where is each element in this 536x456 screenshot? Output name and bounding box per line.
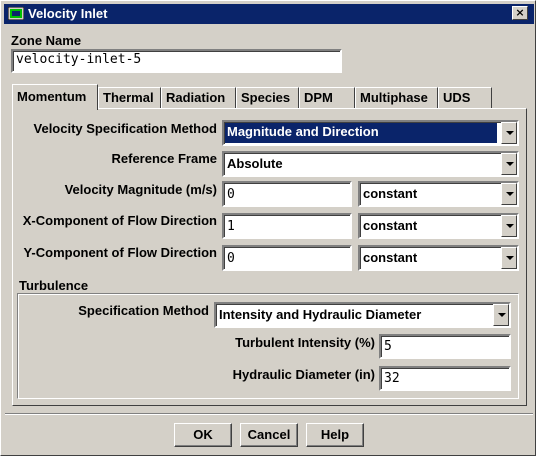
ok-button[interactable]: OK [174,423,232,447]
reference-frame-value: Absolute [227,156,283,171]
reference-frame-label: Reference Frame [111,151,218,166]
turbulence-spec-dropdown[interactable]: Intensity and Hydraulic Diameter [214,302,511,328]
tab-label: Radiation [166,90,226,105]
velocity-inlet-dialog: Velocity Inlet × Zone Name velocity-inle… [0,0,536,456]
window-title: Velocity Inlet [28,6,108,21]
zone-name-field[interactable]: velocity-inlet-5 [11,49,342,73]
y-component-profile-dropdown[interactable]: constant [358,245,519,271]
tab-label: Thermal [103,90,154,105]
y-component-value: 0 [227,251,235,266]
zone-name-value: velocity-inlet-5 [16,52,142,67]
tab-label: Momentum [17,89,87,104]
turbulence-heading: Turbulence [19,278,89,293]
y-component-profile-value: constant [363,250,418,265]
turbulence-spec-value: Intensity and Hydraulic Diameter [219,307,422,322]
x-component-field[interactable]: 1 [222,213,352,239]
tab-label: Species [241,90,291,105]
chevron-down-icon[interactable] [501,153,517,175]
hydraulic-diameter-label: Hydraulic Diameter (in) [232,367,375,382]
title-bar[interactable]: Velocity Inlet × [4,4,534,24]
turbulent-intensity-value: 5 [384,339,392,354]
velocity-magnitude-field[interactable]: 0 [222,181,352,207]
reference-frame-dropdown[interactable]: Absolute [222,151,519,177]
tab-thermal[interactable]: Thermal [98,87,161,108]
velocity-magnitude-profile-value: constant [363,186,418,201]
velocity-spec-label: Velocity Specification Method [33,121,217,136]
tab-momentum[interactable]: Momentum [12,84,98,110]
x-component-label: X-Component of Flow Direction [22,213,217,228]
chevron-down-icon[interactable] [501,183,517,205]
y-component-label: Y-Component of Flow Direction [23,245,217,260]
hydraulic-diameter-value: 32 [384,371,400,386]
tab-species[interactable]: Species [236,87,299,108]
turbulence-spec-label: Specification Method [78,303,209,318]
velocity-magnitude-value: 0 [227,187,235,202]
x-component-value: 1 [227,219,235,234]
tab-label: Multiphase [360,90,428,105]
velocity-spec-dropdown[interactable]: Magnitude and Direction [222,120,519,146]
zone-name-label: Zone Name [11,33,82,48]
chevron-down-icon[interactable] [501,215,517,237]
cancel-button[interactable]: Cancel [240,423,298,447]
tab-label: UDS [443,90,471,105]
tab-uds[interactable]: UDS [438,87,492,108]
help-button[interactable]: Help [306,423,364,447]
velocity-magnitude-label: Velocity Magnitude (m/s) [64,182,217,197]
button-separator [5,413,533,415]
x-component-profile-dropdown[interactable]: constant [358,213,519,239]
velocity-magnitude-profile-dropdown[interactable]: constant [358,181,519,207]
turbulent-intensity-label: Turbulent Intensity (%) [235,335,375,350]
tab-label: DPM [304,90,333,105]
tab-multiphase[interactable]: Multiphase [355,87,438,108]
chevron-down-icon[interactable] [501,247,517,269]
chevron-down-icon[interactable] [501,122,517,144]
x-component-profile-value: constant [363,218,418,233]
chevron-down-icon[interactable] [493,304,509,326]
y-component-field[interactable]: 0 [222,245,352,271]
close-icon[interactable]: × [512,6,528,20]
tab-radiation[interactable]: Radiation [161,87,236,108]
turbulent-intensity-field[interactable]: 5 [379,334,511,359]
app-icon [8,7,24,20]
velocity-spec-value: Magnitude and Direction [225,123,497,143]
hydraulic-diameter-field[interactable]: 32 [379,366,511,391]
tab-dpm[interactable]: DPM [299,87,355,108]
